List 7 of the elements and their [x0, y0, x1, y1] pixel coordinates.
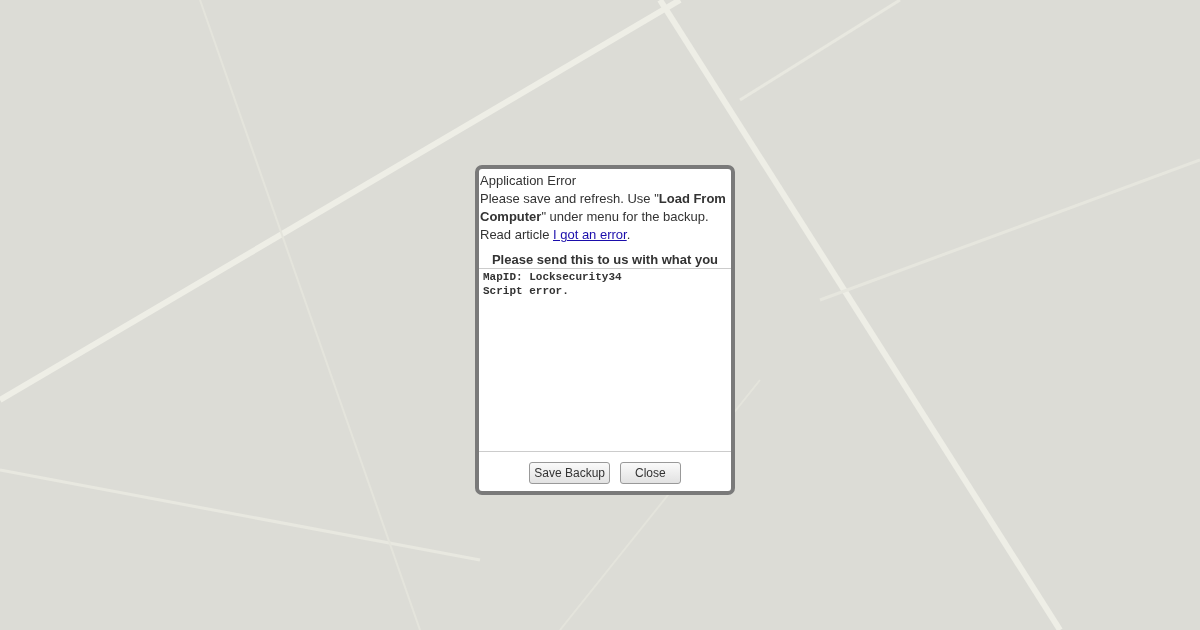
error-message: Please save and refresh. Use "Load From Computer" under menu for the backup. Read article I got an error.: [479, 190, 727, 244]
report-field[interactable]: MapID: Locksecurity34 Script error.: [479, 268, 731, 452]
save-backup-button[interactable]: Save Backup: [529, 462, 610, 484]
article-link[interactable]: I got an error: [553, 227, 627, 242]
dialog-title: Application Error: [479, 172, 578, 190]
report-heading: Please send this to us with what you: [490, 252, 720, 268]
close-button[interactable]: Close: [620, 462, 681, 484]
